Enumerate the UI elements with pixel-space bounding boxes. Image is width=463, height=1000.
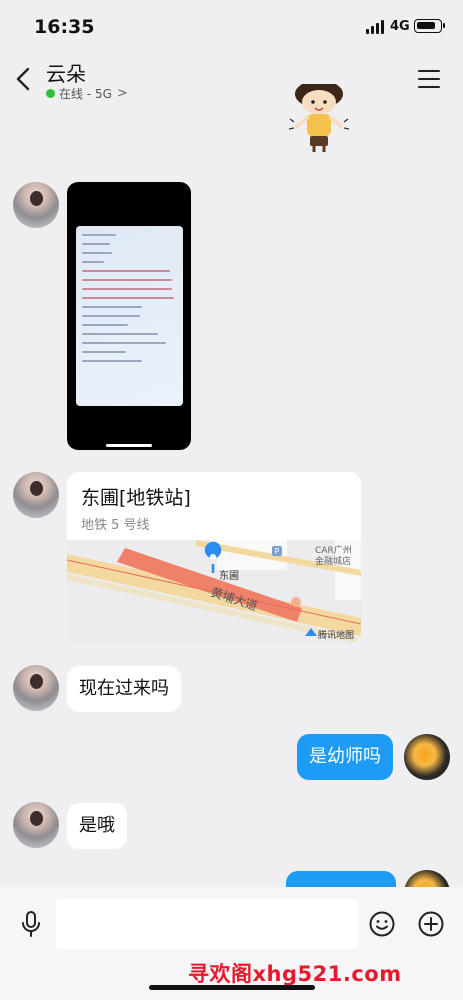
screenshot-image[interactable] [67, 182, 191, 450]
cartoon-girl-sticker[interactable] [282, 84, 352, 154]
network-type: 4G [390, 19, 410, 34]
self-message-bubble[interactable]: 是幼师吗 [297, 734, 393, 780]
contact-avatar[interactable] [13, 802, 59, 848]
message-bubble[interactable]: 是哦 [67, 803, 127, 849]
presence-status[interactable]: 在线 - 5G > [46, 85, 128, 102]
map-brand: 腾讯地图 [318, 629, 354, 641]
home-indicator [149, 985, 315, 990]
location-title: 东圃[地铁站] [81, 487, 191, 509]
plus-circle-icon[interactable] [418, 911, 444, 937]
chat-header: 云朵 在线 - 5G > [0, 54, 463, 104]
map-label-poi2: 金融城店 [315, 555, 351, 567]
contact-avatar[interactable] [13, 665, 59, 711]
menu-icon[interactable] [418, 70, 440, 88]
contact-name[interactable]: 云朵 [46, 58, 86, 87]
screenshot-content [76, 226, 183, 406]
contact-avatar[interactable] [13, 472, 59, 518]
status-time: 16:35 [34, 16, 95, 38]
message-input[interactable] [56, 899, 358, 949]
emoji-icon[interactable] [369, 911, 395, 937]
self-avatar[interactable] [404, 734, 450, 780]
microphone-icon[interactable] [20, 911, 42, 937]
message-bubble[interactable]: 现在过来吗 [67, 666, 181, 712]
battery-icon [414, 19, 445, 33]
svg-text:P: P [275, 547, 280, 556]
chevron-right-icon: > [116, 86, 128, 101]
signal-icon [366, 20, 386, 34]
watermark: 寻欢阁xhg521.com [188, 962, 402, 986]
screenshot-home-bar [106, 444, 152, 447]
back-arrow-icon[interactable] [12, 66, 36, 92]
location-subtitle: 地铁 5 号线 [81, 518, 150, 533]
status-bar: 16:35 4G [0, 0, 463, 54]
online-dot-icon [46, 89, 55, 98]
presence-text: 在线 - 5G [59, 87, 112, 101]
location-map[interactable]: P 东圃 黄埔大道 CAR广州 金融城店 腾讯地图 [67, 540, 361, 644]
map-label-poi: CAR广州 [315, 544, 352, 556]
map-label-station: 东圃 [219, 569, 239, 582]
location-card[interactable]: 东圃[地铁站] 地铁 5 号线 P 东圃 黄埔大道 CAR广州 金融城店 腾讯地… [67, 472, 361, 644]
contact-avatar[interactable] [13, 182, 59, 228]
